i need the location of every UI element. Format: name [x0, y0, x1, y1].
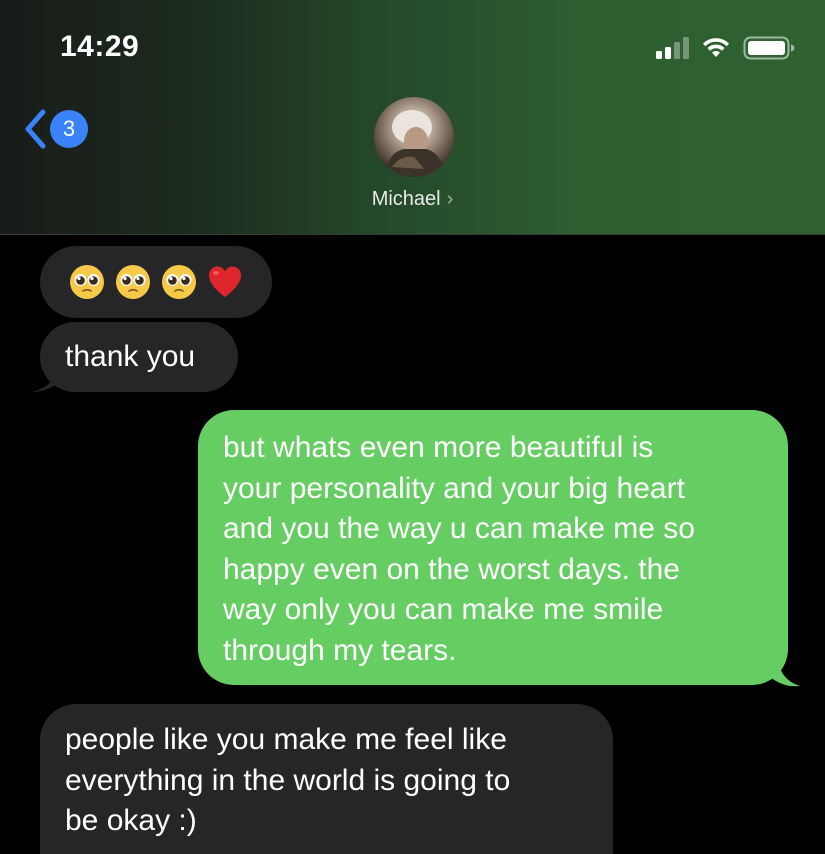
back-chevron-icon — [22, 108, 48, 150]
status-time: 14:29 — [60, 30, 140, 63]
messages-screen: 14:29 3 Michael › thank you but whats ev… — [0, 0, 825, 854]
message-line: be okay :) — [65, 804, 197, 837]
message-line: your personality and your big heart — [223, 471, 685, 505]
bubble-tail — [770, 655, 800, 687]
message-text: thank you — [65, 339, 196, 373]
red-heart-icon — [209, 266, 241, 297]
contact-avatar[interactable] — [374, 97, 454, 177]
contact-name: Michael — [371, 188, 441, 210]
battery-icon — [743, 36, 795, 60]
message-line: people like you make me feel like — [65, 723, 507, 756]
message-line: way only you can make me smile — [223, 593, 664, 626]
wifi-icon — [701, 37, 731, 59]
status-icons — [656, 36, 795, 60]
message-line: through my tears. — [223, 633, 457, 667]
contact-chevron-icon: › — [446, 188, 454, 210]
message-line: everything in the world is going to — [65, 763, 511, 797]
message-bubble-emoji[interactable] — [40, 246, 272, 318]
unread-count-badge: 3 — [50, 110, 88, 148]
bubble-tail — [32, 362, 60, 392]
pleading-face-icon — [70, 265, 104, 299]
message-bubble-incoming[interactable]: people like you make me feel like everyt… — [40, 704, 613, 854]
message-line: but whats even more beautiful is — [223, 431, 654, 464]
cellular-signal-icon — [656, 37, 689, 59]
message-bubble-incoming[interactable]: thank you — [40, 322, 238, 392]
pleading-face-icon — [116, 265, 150, 299]
message-line: happy even on the worst days. the — [223, 552, 680, 586]
pleading-face-icon — [162, 265, 196, 299]
conversation-header: 14:29 3 Michael › — [0, 0, 825, 235]
message-bubble-outgoing[interactable]: but whats even more beautiful is your pe… — [198, 410, 788, 685]
message-line: and you the way u can make me so — [223, 512, 695, 545]
back-button[interactable]: 3 — [22, 108, 88, 150]
contact-name-button[interactable]: Michael › — [0, 188, 825, 211]
